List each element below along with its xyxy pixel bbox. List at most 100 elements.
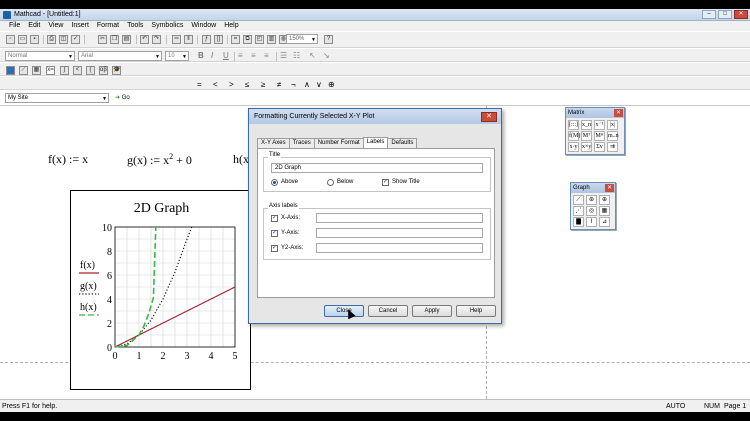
menu-file[interactable]: File [5, 21, 24, 31]
matrix-button-11[interactable]: ⇉ [607, 142, 618, 152]
matrix-button-2[interactable]: x⁻¹ [594, 120, 605, 130]
bold-button[interactable]: B [198, 51, 204, 60]
programming-palette-icon[interactable]: { [86, 66, 95, 75]
italic-button[interactable]: I [211, 51, 213, 60]
cancel-button[interactable]: Cancel [368, 305, 408, 317]
print-preview-icon[interactable]: ◫ [59, 35, 68, 44]
f-definition[interactable]: f(x) := x [48, 152, 88, 167]
y2-axis-input[interactable] [316, 243, 483, 253]
cut-icon[interactable]: ✂ [98, 35, 107, 44]
symbolic-palette-icon[interactable]: 🎓 [112, 66, 121, 75]
insert-function-icon[interactable]: ƒ [202, 35, 211, 44]
spell-check-icon[interactable]: ✓ [71, 35, 80, 44]
x-axis-input[interactable] [316, 213, 483, 223]
copy-icon[interactable]: ❐ [110, 35, 119, 44]
bullets-icon[interactable]: ☰ [280, 51, 287, 60]
x-axis-checkbox[interactable]: ✓ [271, 215, 278, 222]
font-size-select[interactable]: 10 ▼ [165, 51, 189, 61]
graph-button-5[interactable]: ▦ [599, 206, 610, 216]
tab-defaults[interactable]: Defaults [387, 138, 418, 148]
tab-labels[interactable]: Labels [362, 137, 389, 148]
align-right-icon[interactable]: ≡ [264, 51, 269, 60]
xy-plot[interactable]: 2D Graph 0 1 2 3 4 5 0 2 4 6 8 10 f(x) g(x) h(x) [70, 190, 251, 390]
matrix-button-0[interactable]: [:::] [568, 120, 579, 130]
and-operator[interactable]: ∧ [304, 80, 310, 89]
greater-than-operator[interactable]: > [229, 80, 234, 89]
redo-icon[interactable]: ↷ [152, 35, 161, 44]
greek-palette-icon[interactable]: αβ [99, 66, 108, 75]
h-definition[interactable]: h(x [233, 152, 249, 167]
zoom-select[interactable]: 150% ▼ [286, 34, 318, 44]
open-icon[interactable]: ▭ [18, 35, 27, 44]
menu-view[interactable]: View [44, 21, 67, 31]
menu-format[interactable]: Format [93, 21, 123, 31]
calculate-icon[interactable]: = [231, 35, 240, 44]
align-across-icon[interactable]: ═ [172, 35, 181, 44]
component-wizard-icon[interactable]: ◰ [255, 35, 264, 44]
graph-button-7[interactable]: ⌇ [586, 217, 597, 227]
matrix-button-9[interactable]: x×y [581, 142, 592, 152]
apply-button[interactable]: Apply [412, 305, 452, 317]
less-equal-operator[interactable]: ≤ [245, 80, 249, 89]
maximize-button[interactable]: □ [718, 10, 732, 19]
equal-operator[interactable]: = [197, 80, 202, 89]
menu-window[interactable]: Window [187, 21, 220, 31]
y2-axis-checkbox[interactable]: ✓ [271, 245, 278, 252]
graph-button-8[interactable]: ⊿ [599, 217, 610, 227]
graph-button-2[interactable]: ⊕ [599, 195, 610, 205]
graph-palette-icon[interactable]: ⟋ [19, 66, 28, 75]
undo-icon[interactable]: ↶ [140, 35, 149, 44]
tab-xy-axes[interactable]: X-Y Axes [257, 138, 290, 148]
underline-button[interactable]: U [223, 51, 229, 60]
new-icon[interactable]: ▫ [6, 35, 15, 44]
y-axis-input[interactable] [316, 228, 483, 238]
calculus-palette-icon[interactable]: ∫ [60, 66, 69, 75]
plot-title-input[interactable]: 2D Graph [271, 163, 483, 173]
help-icon[interactable]: ? [324, 35, 333, 44]
subscript-icon[interactable]: ↘ [323, 51, 330, 60]
tab-traces[interactable]: Traces [288, 138, 315, 148]
matrix-button-6[interactable]: Mᴴ [594, 131, 605, 141]
graph-button-4[interactable]: ◎ [586, 206, 597, 216]
graph-button-1[interactable]: ⊛ [586, 195, 597, 205]
close-icon[interactable]: ✕ [614, 109, 623, 117]
matrix-button-7[interactable]: m..n [607, 131, 619, 141]
superscript-icon[interactable]: ↖ [309, 51, 316, 60]
evaluation-palette-icon[interactable]: x= [46, 66, 55, 75]
align-down-icon[interactable]: ‖ [184, 35, 193, 44]
dialog-close-icon[interactable]: ✕ [481, 112, 497, 122]
tab-number-format[interactable]: Number Format [313, 138, 364, 148]
less-than-operator[interactable]: < [213, 80, 218, 89]
not-equal-operator[interactable]: ≠ [277, 80, 281, 89]
graph-button-6[interactable]: ▇ [573, 217, 584, 227]
resource-site-select[interactable]: My Site ▼ [5, 93, 109, 103]
save-icon[interactable]: ▪ [30, 35, 39, 44]
matrix-button-1[interactable]: x_n [581, 120, 592, 130]
insert-unit-icon[interactable]: [] [214, 35, 223, 44]
boolean-palette-icon[interactable]: < [73, 66, 82, 75]
not-operator[interactable]: ¬ [291, 80, 296, 89]
menu-edit[interactable]: Edit [24, 21, 44, 31]
numbering-icon[interactable]: ☷ [293, 51, 300, 60]
graph-button-0[interactable]: ⟋ [573, 195, 584, 205]
menu-insert[interactable]: Insert [67, 21, 93, 31]
matrix-button-10[interactable]: Σv [594, 142, 605, 152]
paste-icon[interactable]: ▤ [122, 35, 131, 44]
matrix-palette-icon[interactable]: ▦ [32, 66, 41, 75]
show-title-checkbox[interactable]: ✓ [382, 179, 389, 186]
help-button[interactable]: Help [456, 305, 496, 317]
minimize-button[interactable]: – [702, 10, 716, 19]
graph-button-3[interactable]: ⋰ [573, 206, 584, 216]
matrix-button-3[interactable]: |x| [607, 120, 618, 130]
go-button[interactable]: ➜ Go [115, 93, 130, 103]
menu-tools[interactable]: Tools [123, 21, 147, 31]
title-above-radio[interactable] [271, 179, 278, 186]
matrix-button-8[interactable]: x·y [568, 142, 579, 152]
matrix-button-5[interactable]: Mᵀ [581, 131, 592, 141]
style-select[interactable]: Normal ▼ [5, 51, 75, 61]
matrix-button-4[interactable]: f(M) [568, 131, 580, 141]
g-definition[interactable]: g(x) := x2 + 0 [127, 152, 192, 168]
or-operator[interactable]: ∨ [316, 80, 322, 89]
menu-help[interactable]: Help [220, 21, 242, 31]
align-center-icon[interactable]: ≡ [251, 51, 256, 60]
